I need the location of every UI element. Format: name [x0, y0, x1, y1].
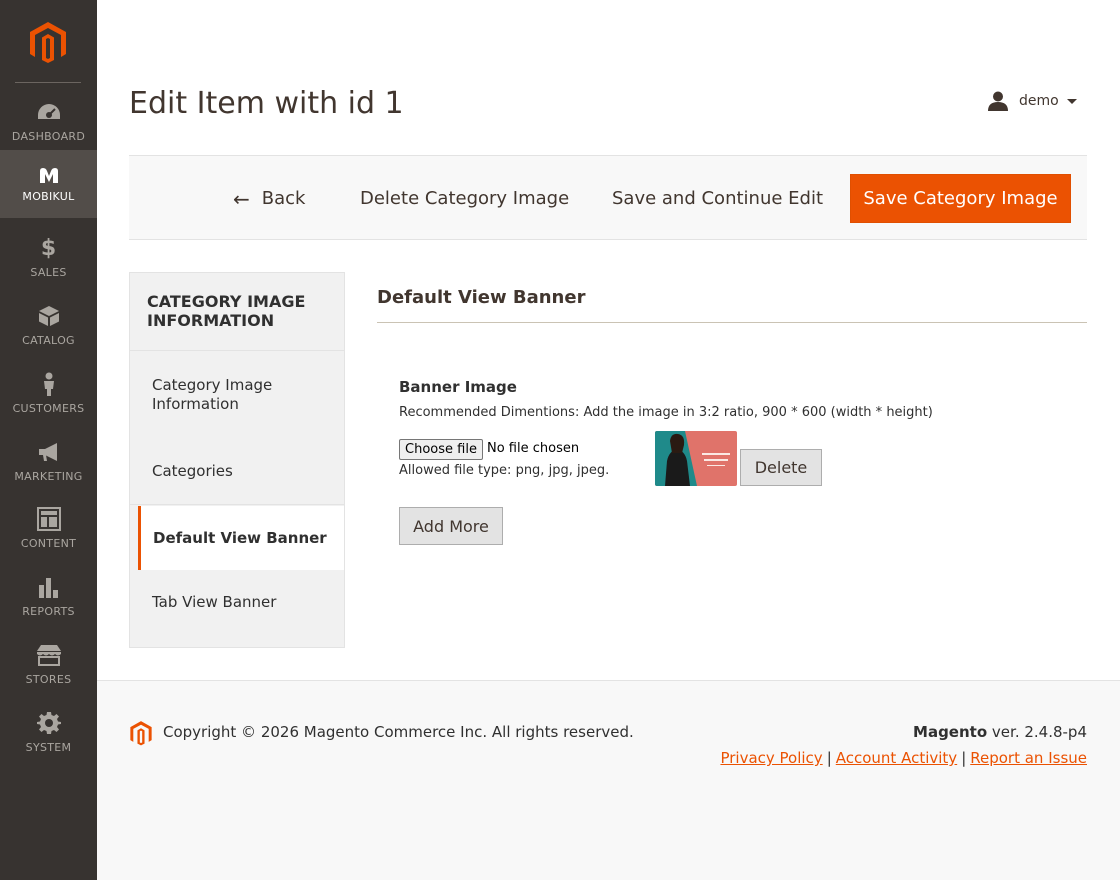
- gear-icon: [36, 712, 61, 734]
- person-icon: [43, 372, 54, 396]
- tab-category-image-information[interactable]: Category Image Information: [130, 353, 344, 437]
- tab-categories[interactable]: Categories: [130, 437, 344, 505]
- sidebar-item-label: CONTENT: [20, 537, 77, 550]
- magento-logo[interactable]: [28, 20, 68, 64]
- back-label: Back: [261, 188, 306, 209]
- sidebar-item-mobikul[interactable]: MOBIKUL: [0, 150, 97, 218]
- tabs-title: CATEGORY IMAGE INFORMATION: [130, 273, 344, 351]
- file-status: No file chosen: [487, 441, 580, 456]
- link-separator: |: [961, 749, 967, 767]
- delete-category-image-button[interactable]: Delete Category Image: [360, 174, 569, 223]
- sidebar-item-label: CUSTOMERS: [12, 402, 85, 415]
- link-separator: |: [826, 749, 832, 767]
- dimensions-note: Recommended Dimentions: Add the image in…: [399, 405, 933, 420]
- sidebar-item-label: SALES: [30, 266, 67, 279]
- megaphone-icon: [38, 443, 57, 461]
- section-divider: [377, 322, 1087, 323]
- brand-name: Magento: [913, 723, 988, 741]
- account-activity-link[interactable]: Account Activity: [836, 749, 957, 767]
- allowed-file-types: Allowed file type: png, jpg, jpeg.: [399, 463, 610, 478]
- sidebar-item-sales[interactable]: $ SALES: [0, 230, 97, 298]
- tabs-panel: CATEGORY IMAGE INFORMATION Category Imag…: [129, 272, 345, 648]
- layout-icon: [36, 507, 61, 531]
- sidebar-item-label: SYSTEM: [25, 741, 72, 754]
- bar-chart-icon: [38, 578, 58, 598]
- back-button[interactable]: ← Back: [233, 174, 305, 223]
- user-name: demo: [1019, 93, 1059, 109]
- version-text: ver. 2.4.8-p4: [991, 723, 1087, 741]
- privacy-policy-link[interactable]: Privacy Policy: [720, 749, 822, 767]
- dollar-icon: $: [40, 235, 57, 261]
- sidebar-item-label: DASHBOARD: [11, 130, 86, 143]
- sidebar-item-content[interactable]: CONTENT: [0, 501, 97, 569]
- page-footer: Copyright © 2026 Magento Commerce Inc. A…: [97, 680, 1120, 880]
- report-issue-link[interactable]: Report an Issue: [970, 749, 1087, 767]
- arrow-left-icon: ←: [233, 186, 250, 211]
- sidebar-item-label: REPORTS: [22, 605, 75, 618]
- magento-logo-small: [130, 721, 152, 746]
- tab-default-view-banner[interactable]: Default View Banner: [138, 506, 344, 570]
- tab-tab-view-banner[interactable]: Tab View Banner: [130, 570, 344, 634]
- sidebar-item-marketing[interactable]: MARKETING: [0, 434, 97, 502]
- sidebar-item-customers[interactable]: CUSTOMERS: [0, 366, 97, 434]
- copyright-text: Copyright © 2026 Magento Commerce Inc. A…: [163, 723, 634, 741]
- sidebar-item-label: MARKETING: [14, 470, 83, 483]
- save-category-image-button[interactable]: Save Category Image: [850, 174, 1071, 223]
- sidebar-item-catalog[interactable]: CATALOG: [0, 298, 97, 366]
- banner-image-label: Banner Image: [399, 378, 517, 396]
- sidebar-item-label: MOBIKUL: [22, 190, 75, 203]
- chevron-down-icon: [1066, 98, 1077, 104]
- banner-image-thumbnail[interactable]: [655, 431, 737, 486]
- choose-file-button[interactable]: Choose file: [399, 439, 483, 460]
- admin-sidebar: DASHBOARD MOBIKUL $ SALES CATALOG CUSTOM…: [0, 0, 97, 880]
- delete-image-button[interactable]: Delete: [740, 449, 822, 486]
- footer-links: Privacy Policy | Account Activity | Report a…: [720, 749, 1087, 767]
- page-title: Edit Item with id 1: [129, 86, 404, 121]
- sidebar-item-label: STORES: [25, 673, 72, 686]
- dashboard-icon: [37, 104, 60, 119]
- sidebar-item-system[interactable]: SYSTEM: [0, 705, 97, 773]
- sidebar-item-reports[interactable]: REPORTS: [0, 569, 97, 637]
- version-info: Magento ver. 2.4.8-p4: [913, 723, 1087, 741]
- save-and-continue-button[interactable]: Save and Continue Edit: [612, 174, 823, 223]
- sidebar-item-stores[interactable]: STORES: [0, 637, 97, 705]
- user-account-menu[interactable]: demo: [987, 90, 1077, 112]
- sidebar-divider: [15, 82, 81, 83]
- page-actions-bar: ← Back Delete Category Image Save and Co…: [129, 155, 1087, 240]
- sidebar-item-label: CATALOG: [22, 334, 75, 347]
- section-title: Default View Banner: [377, 287, 586, 308]
- mobikul-icon: [39, 168, 58, 183]
- add-more-button[interactable]: Add More: [399, 507, 503, 545]
- user-icon: [988, 91, 1008, 111]
- box-icon: [38, 306, 59, 326]
- store-icon: [36, 645, 61, 666]
